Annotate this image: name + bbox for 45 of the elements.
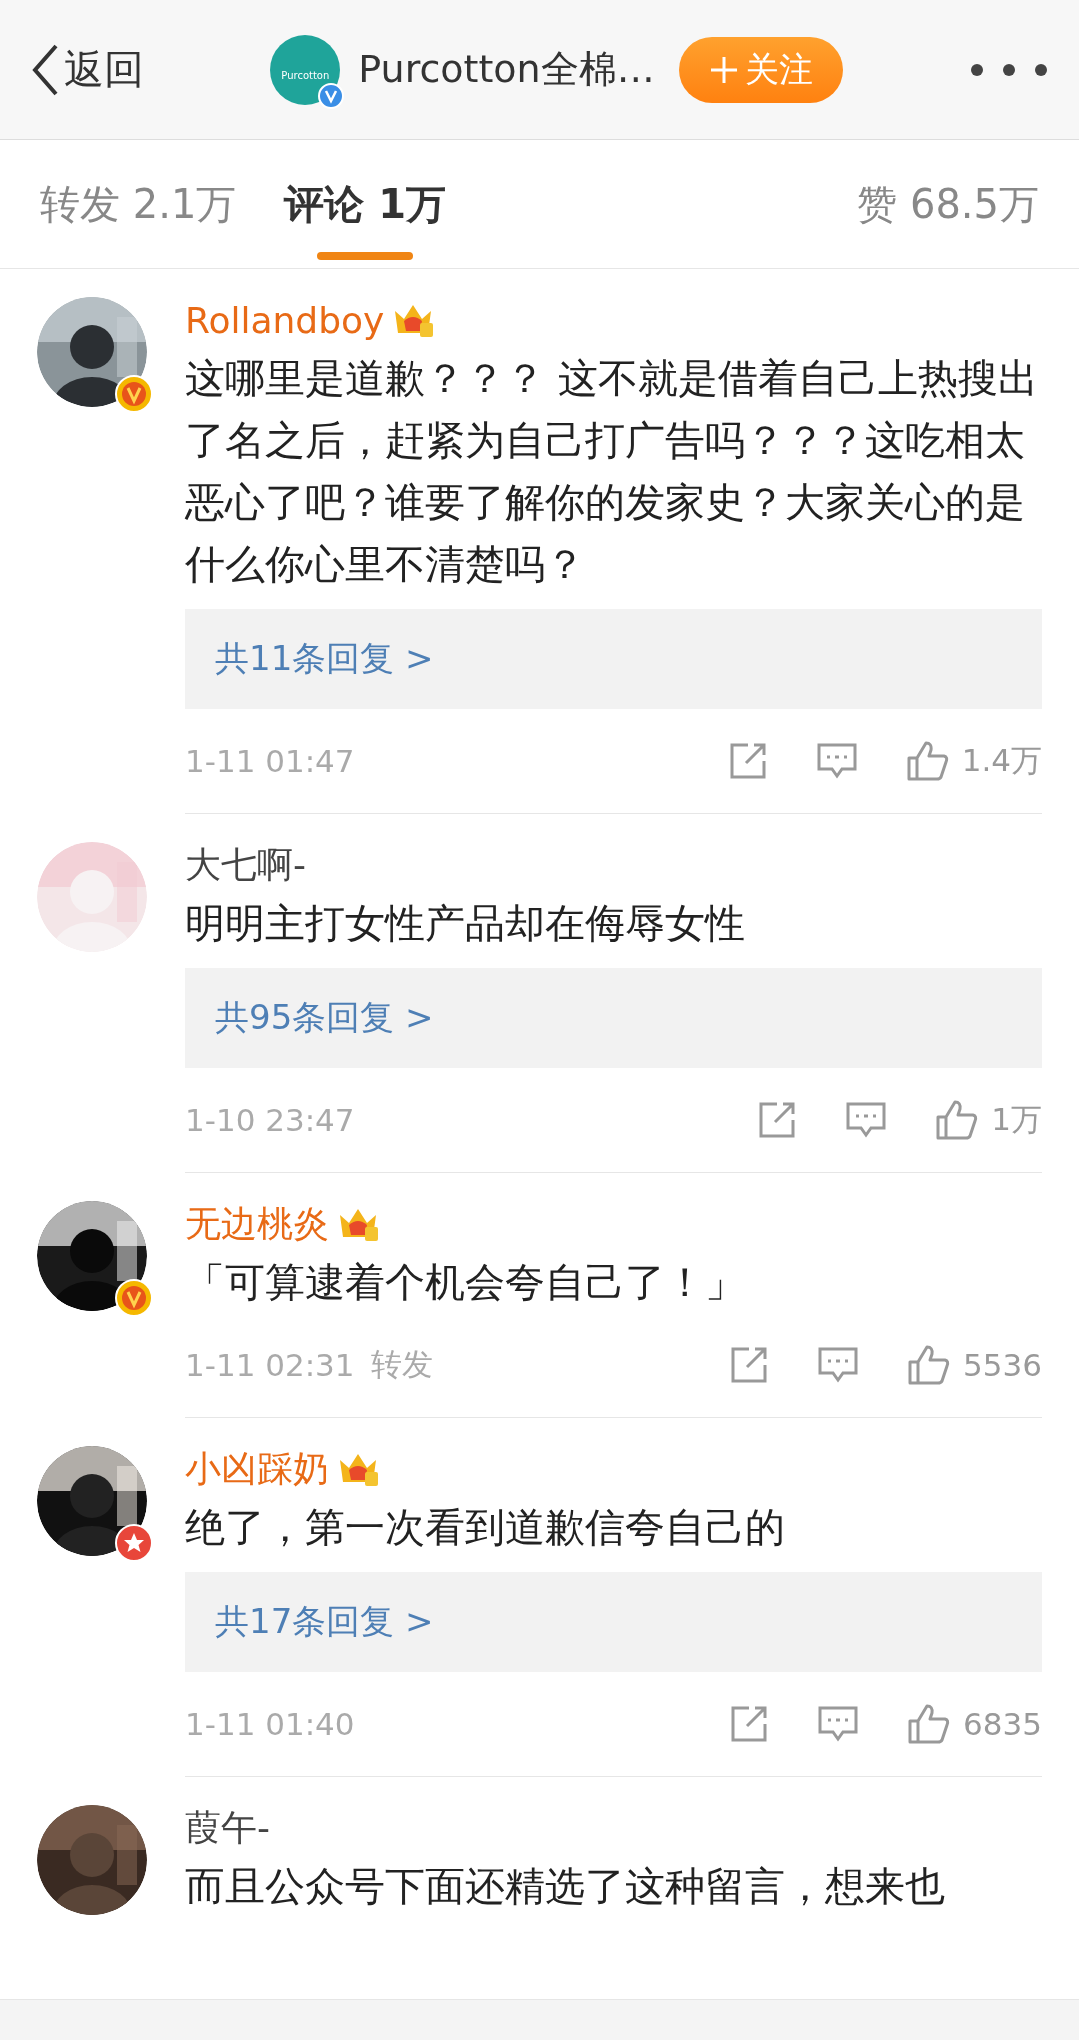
like-button[interactable]: 5536 [907, 1344, 1042, 1386]
share-icon[interactable] [757, 1100, 798, 1140]
comment-text: 这哪里是道歉？？？ 这不就是借着自己上热搜出了名之后，赶紧为自己打广告吗？？？这吃相太恶心了吧？谁要了解你的发家史？大家关心的是什么你心里不清楚吗？ [185, 354, 1039, 589]
like-button[interactable]: 1.4万 [905, 740, 1042, 782]
comment-time: 1-11 02:31 [185, 1347, 355, 1383]
comment-icon[interactable] [845, 1100, 888, 1140]
thumbs-up-icon [935, 1099, 980, 1141]
share-icon[interactable] [729, 1704, 770, 1744]
comment-text: 绝了，第一次看到道歉信夸自己的 [185, 1503, 786, 1552]
comment-time: 1-11 01:40 [185, 1706, 355, 1742]
follow-button[interactable]: 关注 [678, 36, 843, 103]
comment-time: 1-10 23:47 [185, 1102, 355, 1138]
comment-icon[interactable] [817, 1345, 860, 1385]
replies-link[interactable]: 共11条回复 > [215, 636, 434, 682]
comment-time: 1-11 01:47 [185, 743, 355, 779]
repost-label: 转发 [370, 1345, 433, 1384]
thumbs-up-icon [907, 1703, 952, 1745]
username[interactable]: Rollandboy [185, 299, 385, 341]
tab[interactable]: 赞 68.5万 [857, 140, 1039, 268]
like-button[interactable]: 6835 [907, 1703, 1042, 1745]
like-button[interactable]: 1万 [935, 1099, 1042, 1141]
thumbs-up-icon [905, 740, 950, 782]
more-icon[interactable] [969, 61, 1049, 78]
replies-panel[interactable]: 共17条回复 > [185, 1572, 1042, 1672]
tab[interactable]: 转发 2.1万 [40, 140, 237, 268]
username[interactable]: 葭午- [185, 1803, 270, 1853]
comment-icon[interactable] [817, 1704, 860, 1744]
comment-text: 明明主打女性产品却在侮辱女性 [185, 899, 746, 948]
username[interactable]: 无边桃炎 [185, 1199, 329, 1249]
username[interactable]: 大七啊- [185, 840, 306, 890]
username[interactable]: 小凶踩奶 [185, 1444, 329, 1494]
replies-panel[interactable]: 共11条回复 > [185, 609, 1042, 709]
comment-icon[interactable] [815, 741, 858, 781]
thumbs-up-icon [907, 1344, 952, 1386]
account-name: Purcotton全棉… [358, 46, 655, 93]
comment-text: 「可算逮着个机会夸自己了！」 [185, 1258, 746, 1307]
share-icon[interactable] [729, 1345, 770, 1385]
comment-text: 而且公众号下面还精选了这种留言，想来也 [185, 1862, 946, 1911]
tab[interactable]: 评论 1万 [284, 140, 447, 268]
back-icon [30, 42, 60, 97]
back-button[interactable]: 返回 [30, 42, 144, 97]
replies-link[interactable]: 共17条回复 > [215, 1599, 434, 1645]
plus-icon [708, 54, 739, 85]
replies-link[interactable]: 共95条回复 > [215, 995, 434, 1041]
replies-panel[interactable]: 共95条回复 > [185, 968, 1042, 1068]
